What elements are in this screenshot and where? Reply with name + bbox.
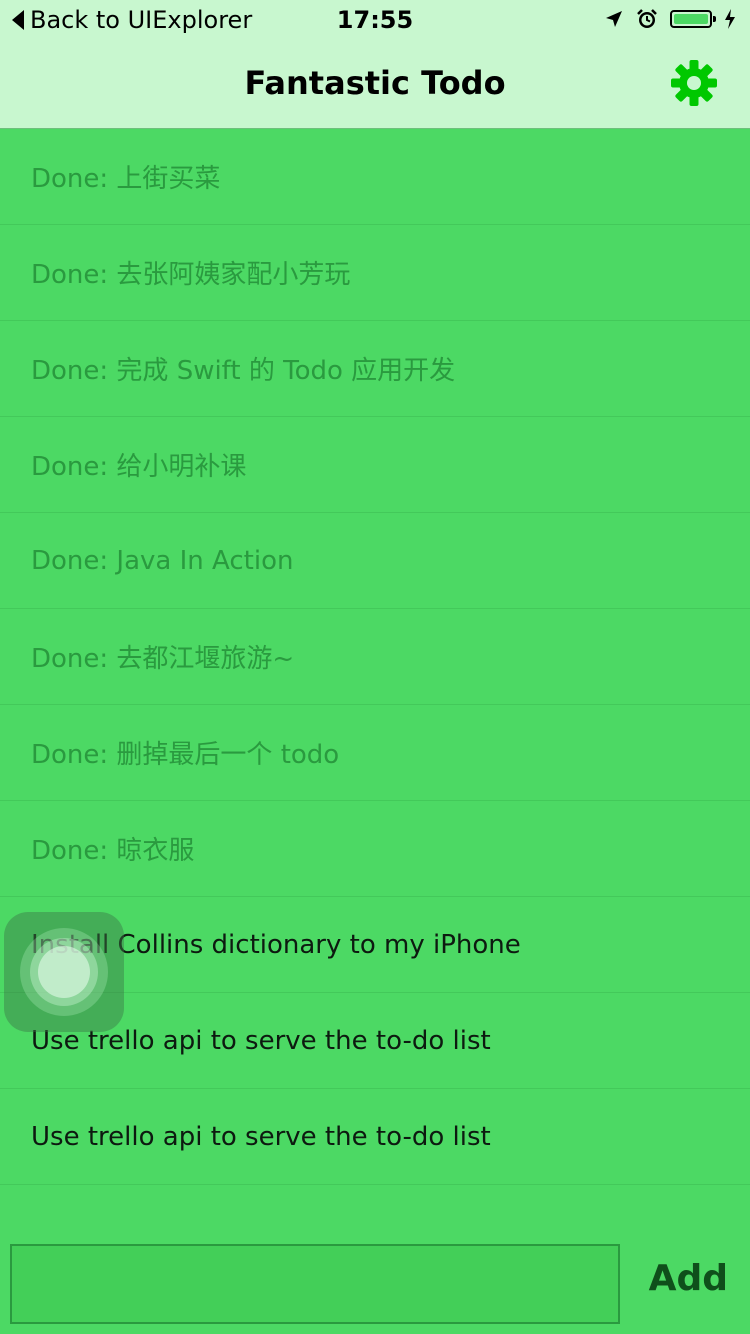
new-todo-input[interactable]: [10, 1244, 620, 1324]
todo-item-label: Done: 去都江堰旅游~: [31, 644, 295, 674]
todo-item-done[interactable]: Done: 去张阿姨家配小芳玩: [0, 225, 750, 321]
todo-item-done[interactable]: Done: Java In Action: [0, 513, 750, 609]
todo-item-label: Done: 去张阿姨家配小芳玩: [31, 260, 351, 290]
todo-item-done[interactable]: Done: 晾衣服: [0, 801, 750, 897]
page-title: Fantastic Todo: [244, 64, 506, 102]
status-bar: Back to UIExplorer 17:55: [0, 0, 750, 40]
todo-item[interactable]: Use trello api to serve the to-do list: [0, 1089, 750, 1185]
assistive-touch-button[interactable]: [4, 912, 124, 1032]
todo-item-label: Use trello api to serve the to-do list: [31, 1121, 491, 1152]
alarm-icon: [637, 9, 657, 28]
todo-item-label: Done: 给小明补课: [31, 452, 247, 482]
todo-item-label: Done: 上街买菜: [31, 164, 221, 194]
todo-item-label: Done: 完成 Swift 的 Todo 应用开发: [31, 356, 456, 386]
todo-item-label: Done: 晾衣服: [31, 836, 195, 866]
charging-icon: [725, 9, 735, 29]
battery-icon: [670, 10, 716, 28]
status-icons: [604, 8, 736, 30]
todo-item-done[interactable]: Done: 去都江堰旅游~: [0, 609, 750, 705]
add-button[interactable]: Add: [649, 1258, 728, 1299]
location-arrow-icon: [606, 11, 622, 27]
todo-item-done[interactable]: Done: 给小明补课: [0, 417, 750, 513]
todo-item-label: Done: 删掉最后一个 todo: [31, 740, 340, 770]
todo-item-done[interactable]: Done: 上街买菜: [0, 129, 750, 225]
todo-item-done[interactable]: Done: 完成 Swift 的 Todo 应用开发: [0, 321, 750, 417]
add-todo-bar: Add: [0, 1234, 750, 1334]
todo-item-done[interactable]: Done: 删掉最后一个 todo: [0, 705, 750, 801]
gear-icon[interactable]: [670, 59, 718, 107]
navigation-bar: Fantastic Todo: [0, 40, 750, 129]
todo-item-label: Done: Java In Action: [31, 545, 294, 576]
